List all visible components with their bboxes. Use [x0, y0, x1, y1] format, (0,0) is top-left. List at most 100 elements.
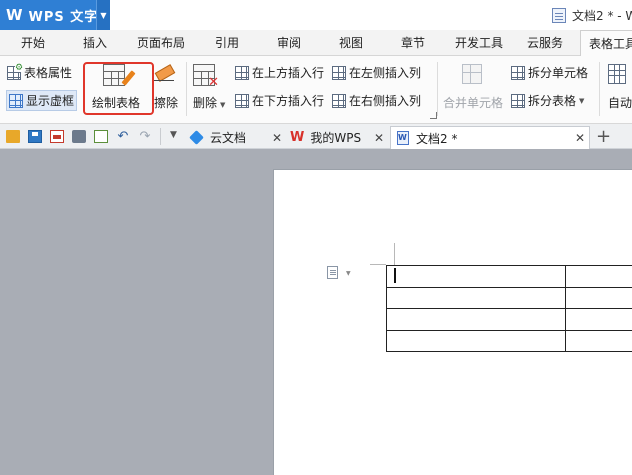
- close-icon[interactable]: ✕: [575, 131, 585, 145]
- doc-tab-label: 我的WPS: [310, 131, 362, 145]
- word-doc-icon: [552, 8, 566, 23]
- insert-col-left-label: 在左侧插入列: [349, 66, 422, 80]
- table-properties-label: 表格属性: [24, 66, 73, 80]
- doc-tab-label: 文档2 *: [416, 131, 458, 146]
- table-cell[interactable]: [385, 286, 567, 309]
- tab-page-layout[interactable]: 页面布局: [137, 30, 185, 56]
- merge-cells-button[interactable]: 合并单元格: [443, 64, 503, 111]
- show-gridlines-toggle[interactable]: 显示虚框: [6, 90, 78, 111]
- wps-logo-icon: W: [6, 6, 23, 24]
- table-cell[interactable]: [565, 308, 632, 331]
- document-table[interactable]: [385, 265, 632, 352]
- save-icon[interactable]: [28, 130, 42, 143]
- merge-cells-label: 合并单元格: [443, 96, 504, 110]
- split-cells-icon: [511, 65, 525, 80]
- tab-chapter[interactable]: 章节: [401, 30, 425, 56]
- chevron-down-icon[interactable]: ▼: [579, 97, 584, 105]
- table-cell[interactable]: [385, 308, 567, 331]
- table-cell[interactable]: [385, 265, 567, 288]
- ribbon-divider: [186, 62, 187, 116]
- tab-view[interactable]: 视图: [339, 30, 363, 56]
- close-icon[interactable]: ✕: [272, 131, 282, 145]
- table-cell[interactable]: [565, 286, 632, 309]
- close-icon[interactable]: ✕: [374, 131, 384, 145]
- doc-tab-my-wps[interactable]: W 我的WPS ✕: [290, 126, 388, 149]
- tab-home[interactable]: 开始: [21, 30, 45, 56]
- redo-icon[interactable]: ↷: [138, 130, 152, 143]
- eraser-icon: [154, 64, 176, 88]
- dialog-launcher-icon[interactable]: [430, 112, 437, 119]
- chevron-down-icon[interactable]: ▼: [346, 270, 351, 277]
- tab-developer[interactable]: 开发工具: [455, 30, 503, 56]
- window-title-text: 文档2 * - W: [572, 9, 632, 23]
- split-table-button[interactable]: 拆分表格 ▼: [511, 92, 584, 109]
- show-gridlines-label: 显示虚框: [26, 94, 75, 108]
- insert-row-above-button[interactable]: 在上方插入行: [235, 64, 324, 81]
- insert-col-right-button[interactable]: 在右侧插入列: [332, 92, 421, 109]
- table-cell[interactable]: [565, 265, 632, 288]
- chevron-down-icon[interactable]: ▼: [96, 0, 110, 30]
- toolbar-divider: [160, 128, 161, 145]
- undo-icon[interactable]: ↶: [116, 130, 130, 143]
- doc-tab-document2[interactable]: 文档2 * ✕: [390, 126, 590, 149]
- erase-label: 擦除: [154, 96, 179, 110]
- app-menu-button[interactable]: W WPS 文字 ▼: [0, 0, 110, 30]
- table-row: [385, 286, 632, 309]
- watermark-subtext: jingyan.baidu.com: [489, 449, 591, 462]
- table-row: [385, 308, 632, 331]
- open-folder-icon[interactable]: [6, 130, 20, 143]
- merge-cells-icon: [462, 64, 484, 88]
- gridlines-icon: [9, 93, 23, 108]
- wps-logo-icon: W: [290, 130, 305, 145]
- margin-crop-mark: [370, 264, 386, 265]
- watermark-text: Bai 经验: [478, 418, 608, 453]
- highlight-annotation: [83, 62, 154, 115]
- export-pdf-icon[interactable]: [50, 130, 64, 143]
- title-bar: W WPS 文字 ▼ 文档2 * - W: [0, 0, 632, 30]
- autofit-label: 自动: [608, 96, 632, 110]
- tab-table-tools[interactable]: 表格工具: [580, 30, 632, 57]
- autofit-button[interactable]: 自动: [608, 64, 632, 111]
- delete-button[interactable]: ✕ 删除 ▼: [193, 64, 225, 111]
- erase-button[interactable]: 擦除: [154, 64, 178, 111]
- split-table-label: 拆分表格: [528, 94, 577, 108]
- insert-row-below-icon: [235, 93, 249, 108]
- insert-col-left-button[interactable]: 在左侧插入列: [332, 64, 421, 81]
- table-cell[interactable]: [385, 329, 567, 352]
- delete-table-icon: ✕: [193, 64, 219, 90]
- new-tab-plus-icon[interactable]: +: [596, 124, 611, 149]
- insert-col-right-label: 在右侧插入列: [349, 94, 422, 108]
- table-properties-button[interactable]: ⚙ 表格属性: [7, 63, 73, 81]
- table-cell[interactable]: [565, 329, 632, 352]
- chevron-down-icon[interactable]: ▼: [170, 130, 177, 140]
- doc-tab-cloud[interactable]: 云文档 ✕: [189, 126, 286, 149]
- window-title: 文档2 * - W: [552, 7, 632, 24]
- insert-row-above-label: 在上方插入行: [252, 66, 325, 80]
- tab-references[interactable]: 引用: [215, 30, 239, 56]
- tab-insert[interactable]: 插入: [83, 30, 107, 56]
- table-properties-icon: ⚙: [7, 63, 23, 80]
- split-cells-button[interactable]: 拆分单元格: [511, 64, 588, 81]
- print-icon[interactable]: [72, 130, 86, 143]
- menu-bar: 开始 插入 页面布局 引用 审阅 视图 章节 开发工具 云服务 表格工具: [0, 30, 632, 57]
- ribbon-divider: [599, 62, 600, 116]
- table-row: [385, 265, 632, 288]
- split-cells-label: 拆分单元格: [528, 66, 589, 80]
- split-table-icon: [511, 93, 525, 108]
- insert-row-below-button[interactable]: 在下方插入行: [235, 92, 324, 109]
- tab-review[interactable]: 审阅: [277, 30, 301, 56]
- app-name: WPS 文字: [28, 9, 99, 25]
- print-preview-icon[interactable]: [94, 130, 108, 143]
- ribbon-divider: [437, 62, 438, 116]
- tab-cloud[interactable]: 云服务: [527, 30, 563, 56]
- margin-crop-mark: [394, 243, 395, 265]
- paragraph-handle-icon[interactable]: [327, 266, 338, 279]
- cloud-cube-icon: [189, 130, 204, 145]
- chevron-down-icon[interactable]: ▼: [220, 101, 225, 109]
- table-row: [385, 329, 632, 352]
- insert-col-right-icon: [332, 93, 346, 108]
- insert-row-below-label: 在下方插入行: [252, 94, 325, 108]
- text-cursor: [394, 268, 396, 283]
- doc-tab-label: 云文档: [210, 131, 247, 145]
- delete-label: 删除 ▼: [193, 96, 226, 110]
